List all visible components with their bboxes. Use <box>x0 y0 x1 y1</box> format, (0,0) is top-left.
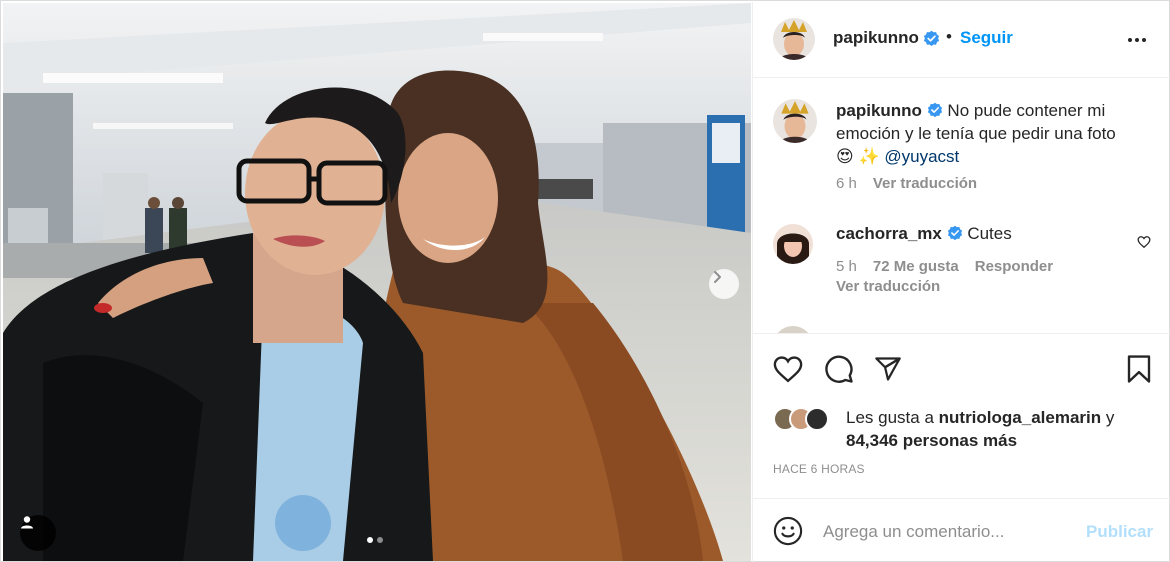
carousel-dot-active <box>367 537 373 543</box>
caption-username[interactable]: papikunno <box>836 101 922 120</box>
likes-prefix: Les gusta a <box>846 408 934 427</box>
liker-avatar <box>805 407 829 431</box>
liker-username[interactable]: nutriologa_alemarin <box>939 408 1101 427</box>
add-comment-bar: Publicar <box>753 498 1170 562</box>
verified-badge-icon <box>947 225 962 241</box>
post-actions <box>753 352 1170 392</box>
carousel-next-button[interactable] <box>709 269 739 299</box>
verified-badge-icon <box>923 30 940 46</box>
paper-plane-icon <box>875 357 901 381</box>
comment-input[interactable] <box>823 519 1073 545</box>
likes-others-link[interactable]: 84,346 personas más <box>846 431 1017 450</box>
post-photo[interactable] <box>3 3 751 561</box>
comment-button[interactable] <box>822 352 856 386</box>
author-username[interactable]: papikunno <box>833 28 940 48</box>
verified-badge-icon <box>927 102 942 118</box>
emoji-picker-button[interactable] <box>773 516 803 546</box>
caption-emojis: 😍 ✨ <box>836 147 880 166</box>
instagram-post-modal: papikunno • Seguir papikunno No pude con… <box>0 0 1170 562</box>
share-button[interactable] <box>871 352 905 386</box>
user-icon <box>21 516 33 529</box>
heart-icon <box>1137 236 1151 249</box>
chevron-right-icon <box>714 271 721 283</box>
post-side-panel: papikunno • Seguir papikunno No pude con… <box>752 2 1170 562</box>
comment-text: Cutes <box>967 224 1012 243</box>
comment-author-avatar[interactable] <box>773 224 813 264</box>
caption-time[interactable]: 6 h <box>836 175 857 192</box>
post-header: papikunno • Seguir <box>753 2 1170 78</box>
like-button[interactable] <box>771 352 805 386</box>
liker-avatars <box>773 407 843 433</box>
comments-section[interactable]: papikunno No pude contener mi emoción y … <box>753 79 1170 334</box>
header-separator: • <box>946 27 952 46</box>
smiley-icon <box>773 516 803 546</box>
comment-reply-button[interactable]: Responder <box>975 258 1053 275</box>
heart-icon <box>773 356 803 383</box>
likes-joiner: y <box>1105 408 1115 427</box>
follow-button[interactable]: Seguir <box>960 28 1013 48</box>
comment-likes[interactable]: 72 Me gusta <box>873 258 959 275</box>
comment-translate-link[interactable]: Ver traducción <box>836 278 940 295</box>
comment-item: cachorra_mx Cutes <box>836 224 1012 244</box>
carousel-dot <box>377 537 383 543</box>
more-horizontal-icon <box>1128 38 1146 42</box>
author-avatar[interactable] <box>773 18 815 60</box>
more-options-button[interactable] <box>1123 26 1151 54</box>
author-username-text[interactable]: papikunno <box>833 28 919 48</box>
likes-text: Les gusta a nutriologa_alemarin y 84,346… <box>846 406 1166 452</box>
bookmark-icon <box>1127 355 1151 383</box>
caption-meta: 6 h Ver traducción <box>836 175 977 192</box>
caption: papikunno No pude contener mi emoción y … <box>836 99 1151 168</box>
post-timestamp[interactable]: HACE 6 HORAS <box>773 462 865 476</box>
caption-author-avatar[interactable] <box>773 99 817 143</box>
comment-like-button[interactable] <box>1137 235 1151 254</box>
publish-button[interactable]: Publicar <box>1086 522 1153 542</box>
save-button[interactable] <box>1122 352 1156 386</box>
comment-username[interactable]: cachorra_mx <box>836 224 942 243</box>
carousel-indicator <box>367 537 383 543</box>
comment-time[interactable]: 5 h <box>836 258 857 275</box>
photo-illustration <box>3 3 751 561</box>
caption-mention[interactable]: @yuyacst <box>884 147 959 166</box>
caption-translate-link[interactable]: Ver traducción <box>873 175 977 192</box>
comment-bubble-icon <box>825 355 853 383</box>
tagged-users-button[interactable] <box>20 515 56 551</box>
comment-author-avatar[interactable] <box>773 326 813 333</box>
comment-meta: 5 h 72 Me gusta Responder <box>836 258 1053 275</box>
